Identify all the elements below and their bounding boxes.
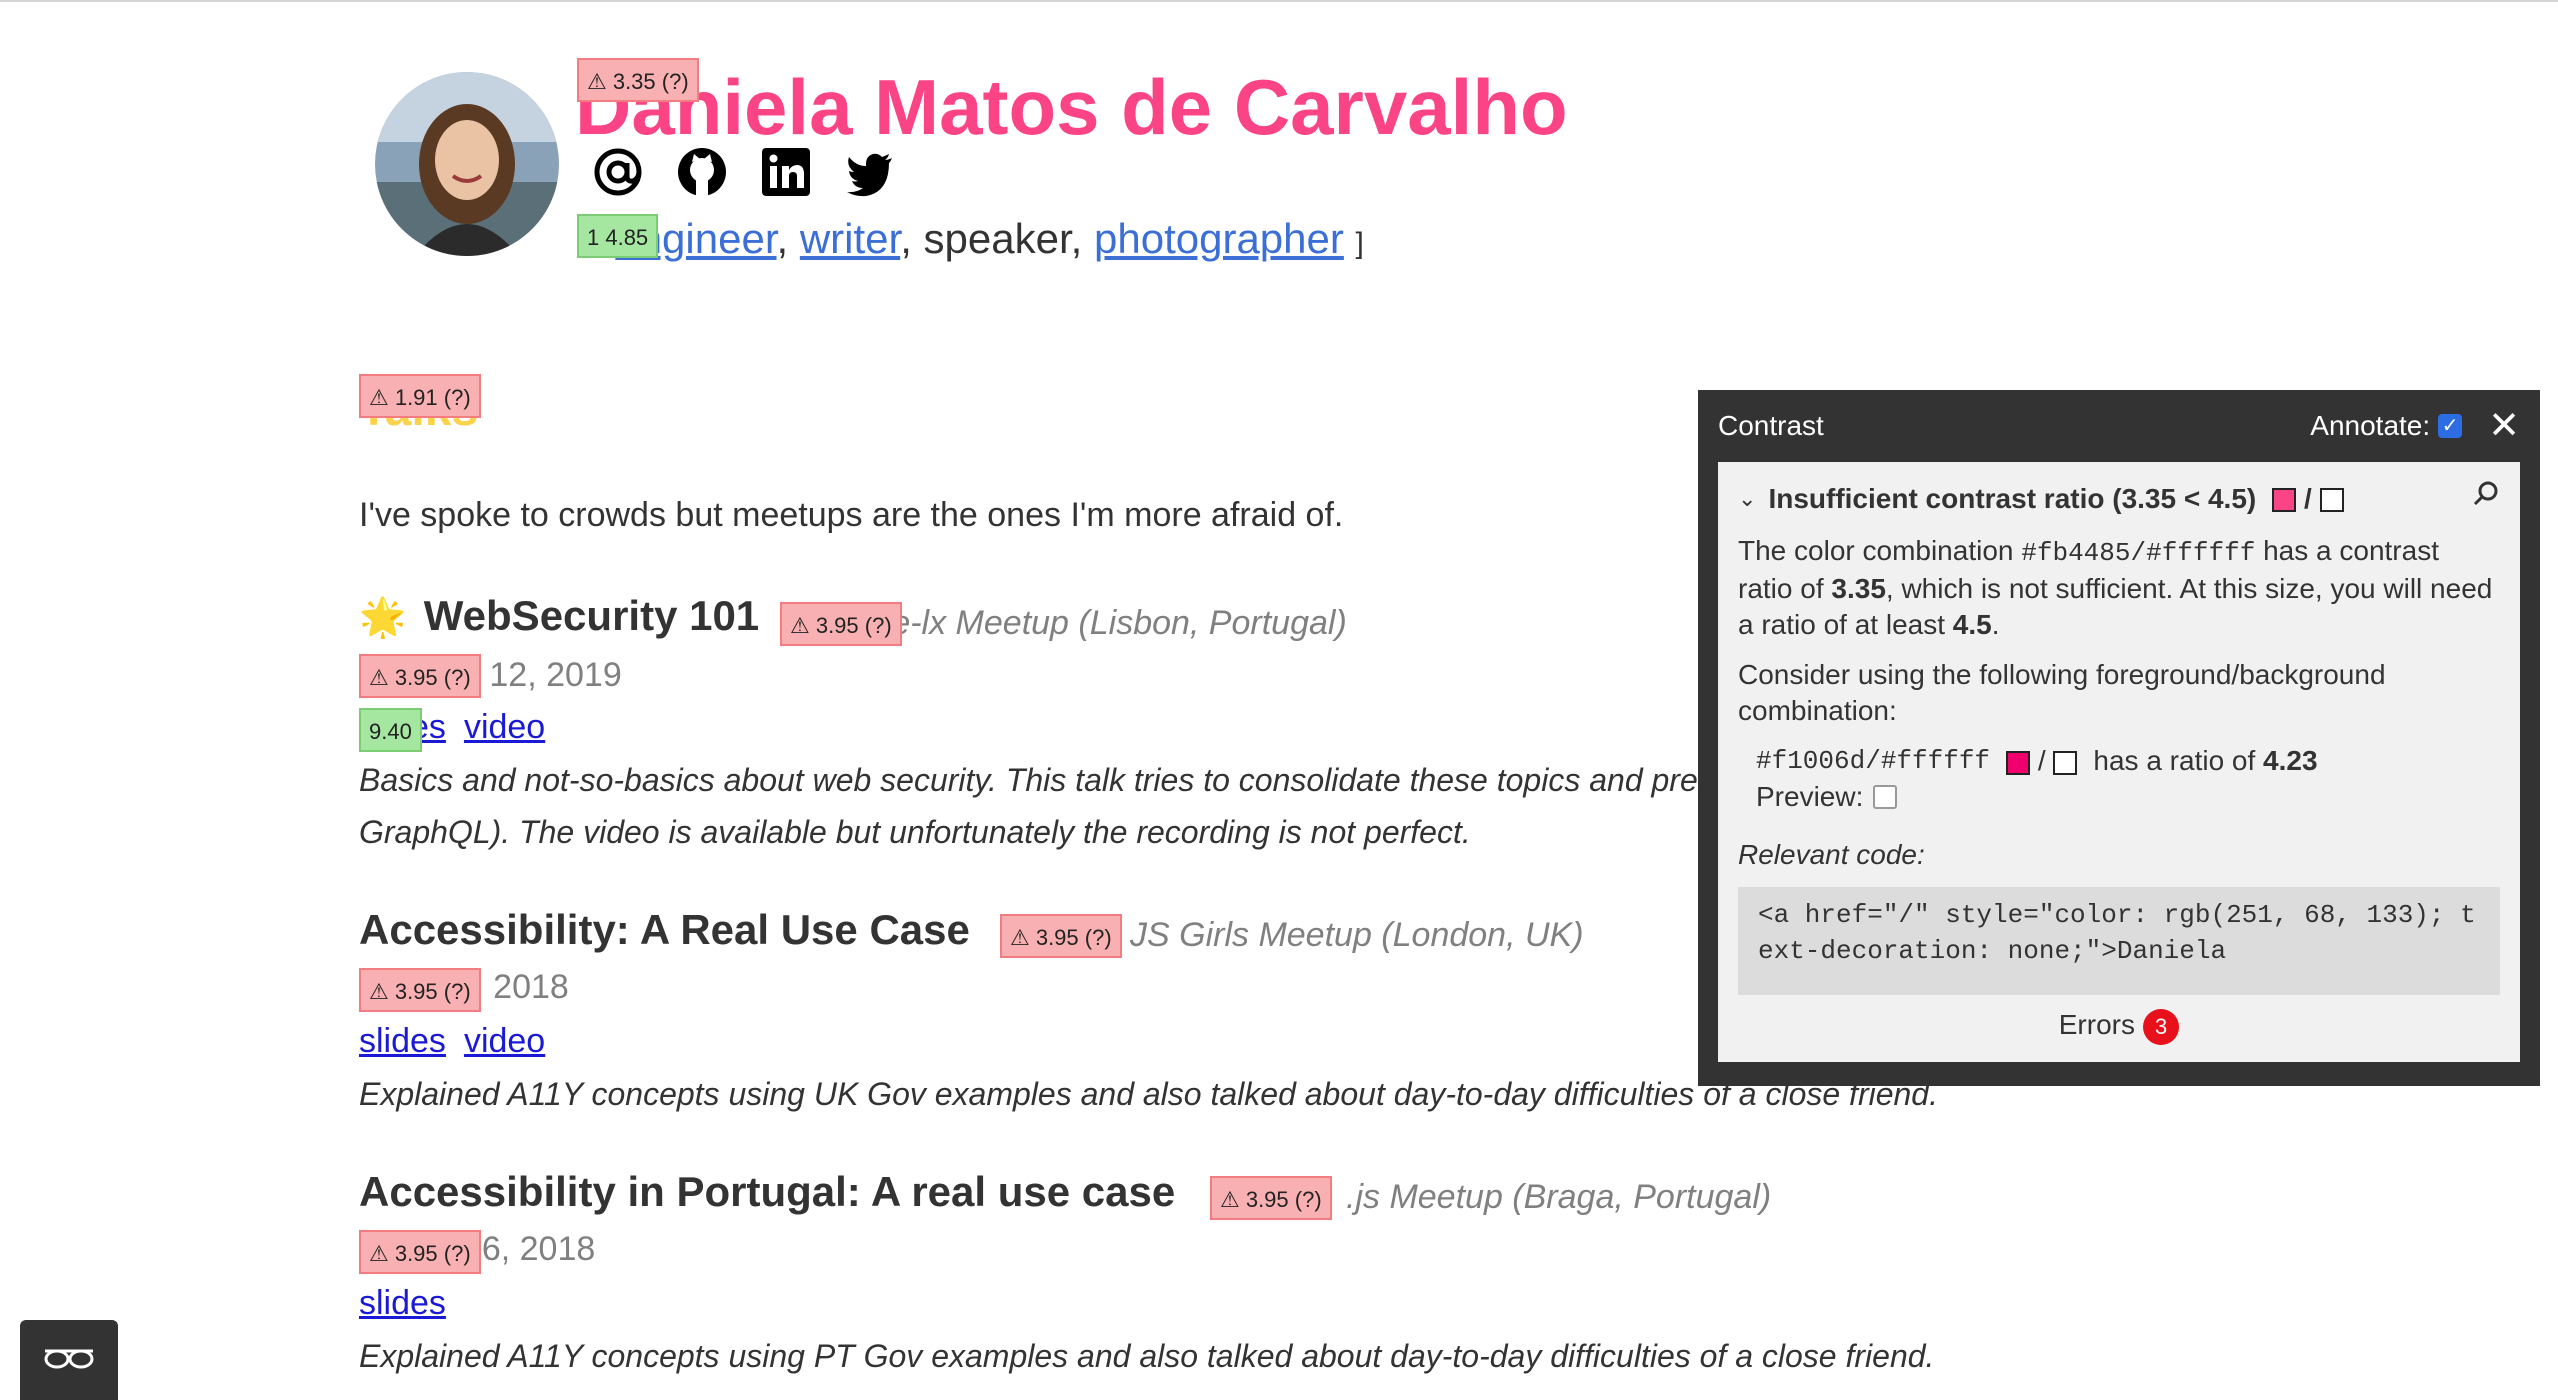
explanation-text: . <box>1991 609 2000 640</box>
contrast-badge-pass[interactable]: 1 4.85 <box>577 214 659 258</box>
preview-checkbox[interactable] <box>1873 785 1898 809</box>
linkedin-icon[interactable] <box>760 146 812 198</box>
role-writer-link[interactable]: writer <box>800 215 900 262</box>
role-speaker: speaker <box>923 215 1071 262</box>
roles-line: [ engineer, writer, speaker, photographe… <box>615 215 1364 262</box>
slides-link[interactable]: slides <box>359 1022 446 1060</box>
required-ratio: 4.5 <box>1952 609 1992 640</box>
background-swatch <box>2319 488 2344 513</box>
role-photographer-link[interactable]: photographer <box>1094 215 1344 262</box>
talk-links: slides <box>359 1284 464 1323</box>
contrast-badge-pass[interactable]: 9.40 <box>359 708 422 752</box>
errors-label: Errors <box>2058 1009 2135 1040</box>
foreground-swatch <box>2006 750 2031 775</box>
avatar <box>375 72 559 256</box>
contrast-panel: Contrast Annotate: ✓ ✕ ⌄ Insufficient co… <box>1698 390 2540 1086</box>
preview-label: Preview: <box>1756 781 1864 812</box>
video-link[interactable]: video <box>464 708 545 746</box>
preview-row: Preview: <box>1738 779 2500 815</box>
contrast-badge[interactable]: ⚠ 3.35 (?) <box>577 58 699 102</box>
talk-title: WebSecurity 101 <box>423 592 760 639</box>
description-line: Basics and not-so-basics about web secur… <box>359 762 1699 798</box>
issue-title: Insufficient contrast ratio (3.35 < 4.5) <box>1768 482 2257 514</box>
magnifier-icon[interactable] <box>2472 480 2500 517</box>
foreground-swatch <box>2272 488 2297 513</box>
suggestion-label: has a ratio of <box>2093 745 2256 776</box>
talk-venue: .js Meetup (Braga, Portugal) <box>1346 1178 1772 1216</box>
at-icon[interactable] <box>592 146 644 198</box>
errors-indicator[interactable]: Errors 3 <box>1738 1007 2500 1045</box>
talk-title: Accessibility in Portugal: A real use ca… <box>359 1168 1176 1215</box>
issue-details: ⌄ Insufficient contrast ratio (3.35 < 4.… <box>1718 462 2520 1062</box>
site-title-link[interactable]: Daniela Matos de Carvalho <box>575 62 1568 152</box>
contrast-badge[interactable]: ⚠ 3.95 (?) <box>1210 1176 1332 1220</box>
annotate-label: Annotate: <box>2310 410 2431 441</box>
relevant-code-label: Relevant code: <box>1738 839 1925 870</box>
relevant-code-block: <a href="/" style="color: rgb(251, 68, 1… <box>1738 887 2500 995</box>
talk-title: Accessibility: A Real Use Case <box>359 906 970 953</box>
chevron-down-icon[interactable]: ⌄ <box>1738 481 1756 517</box>
errors-count-badge: 3 <box>2142 1009 2180 1045</box>
roles-bracket-close: ] <box>1355 227 1364 260</box>
talk-links: slides video <box>359 1022 563 1061</box>
issue-explanation: The color combination #fb4485/#ffffff ha… <box>1738 533 2500 643</box>
issue-summary[interactable]: ⌄ Insufficient contrast ratio (3.35 < 4.… <box>1738 480 2500 517</box>
background-swatch <box>2053 750 2078 775</box>
talk-venue: re-lx Meetup (Lisbon, Portugal) <box>880 604 1347 642</box>
contrast-toggle-button[interactable] <box>20 1320 118 1400</box>
close-icon[interactable]: ✕ <box>2488 407 2520 445</box>
video-link[interactable]: video <box>464 1022 545 1060</box>
social-links <box>592 146 896 198</box>
suggested-ratio: 4.23 <box>2263 745 2318 776</box>
explanation-text: The color combination <box>1738 535 2022 566</box>
contrast-badge[interactable]: ⚠ 3.95 (?) <box>359 654 481 698</box>
glasses-icon <box>41 1343 97 1378</box>
talk-header: Accessibility: A Real Use Case <box>359 906 970 954</box>
twitter-icon[interactable] <box>844 146 896 198</box>
description-line: GraphQL). The video is available but unf… <box>359 814 1471 850</box>
suggested-colors: #f1006d/#ffffff <box>1756 746 1991 776</box>
panel-header: Contrast Annotate: ✓ ✕ <box>1718 390 2520 462</box>
talk-header: 🌟 WebSecurity 101 <box>359 592 759 640</box>
contrast-ratio: 3.35 <box>1831 573 1886 604</box>
annotate-checkbox[interactable]: ✓ <box>2438 414 2463 438</box>
talk-header: Accessibility in Portugal: A real use ca… <box>359 1168 1175 1216</box>
contrast-badge[interactable]: ⚠ 1.91 (?) <box>359 374 481 418</box>
talk-description: Basics and not-so-basics about web secur… <box>359 754 1699 858</box>
panel-title: Contrast <box>1718 410 1824 441</box>
color-swatch-pair: / <box>2006 743 2078 779</box>
star-icon: 🌟 <box>359 597 407 639</box>
suggestion-row: #f1006d/#ffffff / has a ratio of 4.23 <box>1738 743 2500 779</box>
contrast-badge[interactable]: ⚠ 3.95 (?) <box>359 1230 481 1274</box>
color-swatch-pair: / <box>2272 481 2344 517</box>
color-code: #fb4485/#ffffff <box>2021 538 2256 568</box>
contrast-badge[interactable]: ⚠ 3.95 (?) <box>359 968 481 1012</box>
section-intro: I've spoke to crowds but meetups are the… <box>359 496 1344 534</box>
contrast-badge[interactable]: ⚠ 3.95 (?) <box>780 602 902 646</box>
talk-description: Explained A11Y concepts using PT Gov exa… <box>359 1338 1935 1374</box>
suggestion-text: Consider using the following foreground/… <box>1738 659 2386 726</box>
contrast-badge[interactable]: ⚠ 3.95 (?) <box>1000 914 1122 958</box>
talk-venue: JS Girls Meetup (London, UK) <box>1130 916 1584 954</box>
github-icon[interactable] <box>676 146 728 198</box>
slides-link[interactable]: slides <box>359 1284 446 1322</box>
